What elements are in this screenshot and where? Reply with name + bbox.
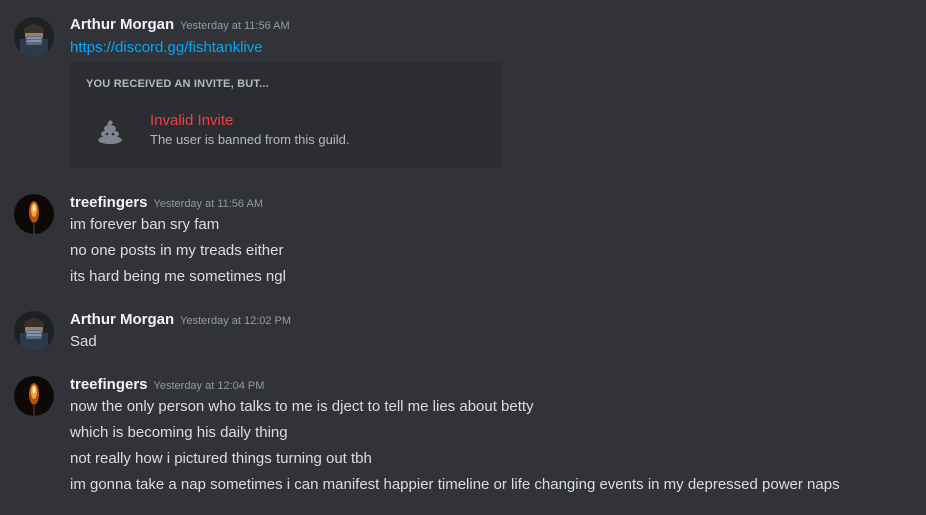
- message-text: its hard being me sometimes ngl: [70, 268, 286, 285]
- username[interactable]: Arthur Morgan: [70, 311, 174, 328]
- message-text: im gonna take a nap sometimes i can mani…: [70, 476, 840, 493]
- avatar[interactable]: [14, 17, 54, 57]
- invite-link[interactable]: https://discord.gg/fishtanklive: [70, 38, 263, 58]
- message-header: treefingers Yesterday at 11:56 AM: [70, 194, 263, 214]
- message-header: Arthur Morgan Yesterday at 11:56 AM: [70, 16, 290, 36]
- message-text: not really how i pictured things turning…: [70, 450, 372, 467]
- message-text: im forever ban sry fam: [70, 216, 220, 233]
- message-text: no one posts in my treads either: [70, 242, 284, 259]
- invite-card: YOU RECEIVED AN INVITE, BUT... Invalid I…: [70, 62, 502, 168]
- message-header: treefingers Yesterday at 12:04 PM: [70, 376, 264, 396]
- timestamp: Yesterday at 11:56 AM: [153, 198, 263, 210]
- invite-title: Invalid Invite: [150, 112, 234, 129]
- invite-heading: YOU RECEIVED AN INVITE, BUT...: [86, 78, 269, 90]
- message-header: Arthur Morgan Yesterday at 12:02 PM: [70, 311, 291, 331]
- timestamp: Yesterday at 11:56 AM: [180, 20, 290, 32]
- username[interactable]: treefingers: [70, 376, 148, 393]
- message-text: now the only person who talks to me is d…: [70, 398, 534, 415]
- invite-description: The user is banned from this guild.: [150, 132, 350, 147]
- timestamp: Yesterday at 12:02 PM: [180, 315, 292, 327]
- message-text: which is becoming his daily thing: [70, 424, 288, 441]
- poop-icon: [94, 114, 126, 146]
- avatar[interactable]: [14, 194, 54, 234]
- timestamp: Yesterday at 12:04 PM: [153, 380, 265, 392]
- username[interactable]: treefingers: [70, 194, 148, 211]
- message-text: Sad: [70, 333, 97, 350]
- avatar[interactable]: [14, 376, 54, 416]
- avatar[interactable]: [14, 311, 54, 351]
- username[interactable]: Arthur Morgan: [70, 16, 174, 33]
